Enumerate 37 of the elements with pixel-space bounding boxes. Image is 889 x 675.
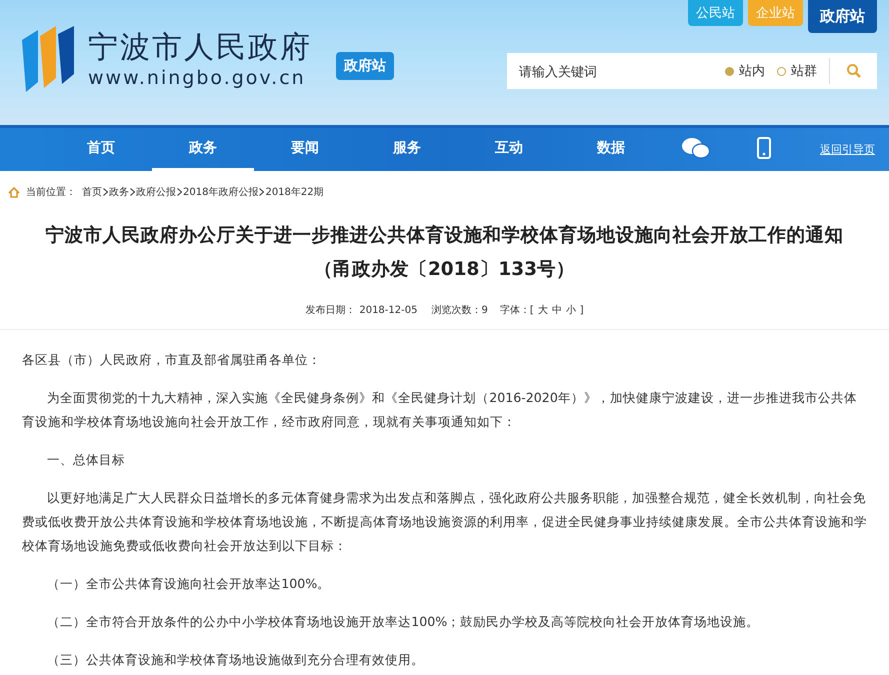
nav-item[interactable]: 首页 [50, 128, 152, 171]
site-badge: 政府站 [336, 52, 394, 80]
bracket-text: ] [580, 305, 584, 316]
article-title: 宁波市人民政府办公厅关于进一步推进公共体育设施和学校体育场地设施向社会开放工作的通知 [44, 224, 844, 248]
view-count: 浏览次数：9 [431, 304, 488, 317]
breadcrumb-label: 当前位置： [26, 186, 76, 199]
breadcrumb-link[interactable]: 2018年22期 [265, 185, 324, 199]
site-url: www.ningbo.gov.cn [88, 67, 307, 89]
body-paragraph: 一、总体目标 [46, 451, 126, 469]
scope-radio[interactable]: 站群 [777, 62, 817, 80]
breadcrumb-link[interactable]: 政务 [109, 185, 129, 199]
body-paragraph: 为全面贯彻党的十九大精神，深入实施《全民健身条例》和《全民健身计划（2016-2020年）》，加快健康宁波建设，进一步推进我市公共体育设施和学校体育场地设施向社会开放工作，经市政府同意，现就有关事项通知如下： [22, 389, 858, 431]
publish-date: 2018-12-05 [359, 305, 418, 316]
breadcrumb-link[interactable]: 政府公报 [136, 185, 176, 199]
nav-item[interactable]: 数据 [560, 128, 662, 171]
nav-item[interactable]: 服务 [356, 128, 458, 171]
nav-item[interactable]: 互动 [458, 128, 560, 171]
scope-radio[interactable]: 站内 [725, 62, 765, 80]
body-paragraph: （一）全市公共体育设施向社会开放率达100%。 [46, 575, 332, 593]
font-size-link[interactable]: 小 [566, 303, 576, 317]
nav-item[interactable]: 政务 [152, 128, 254, 171]
breadcrumb-link[interactable]: 2018年政府公报 [183, 185, 258, 199]
article-title: （甬政办发〔2018〕133号） [312, 258, 576, 282]
salutation-text: 各区县（市）人民政府，市直及部省属驻甬各单位： [22, 351, 322, 369]
body-paragraph: （三）公共体育设施和学校体育场地设施做到充分合理有效使用。 [46, 651, 426, 669]
nav-item[interactable]: 要闻 [254, 128, 356, 171]
font-size-label: 字体：[ [500, 304, 534, 317]
back-link[interactable]: 返回引导页 [820, 142, 875, 157]
site-tab[interactable]: 政府站 [808, 0, 877, 33]
breadcrumb-link[interactable]: 首页 [82, 185, 102, 199]
site-title: 宁波市人民政府 [88, 29, 312, 67]
body-paragraph: （二）全市符合开放条件的公办中小学校体育场地设施开放率达100%；鼓励民办学校及高等院校向社会开放体育场地设施。 [46, 613, 760, 631]
font-size-link[interactable]: 大 [538, 303, 548, 317]
date-label: 发布日期： [305, 304, 356, 317]
font-size-link[interactable]: 中 [552, 303, 562, 317]
body-paragraph: 以更好地满足广大人民群众日益增长的多元体育健身需求为出发点和落脚点，强化政府公共服务职能，加强整合规范，健全长效机制，向社会免费或低收费开放公共体育设施和学校体育场地设施，不断提高体育场地设施资源的利用率，促进全民健身事业持续健康发展。全市公共体育设施和学校体育场地设施免费或低收费向社会开放达到以下目标： [22, 489, 868, 555]
search-field[interactable]: 请输入关键词 站内 站群 [507, 53, 877, 89]
